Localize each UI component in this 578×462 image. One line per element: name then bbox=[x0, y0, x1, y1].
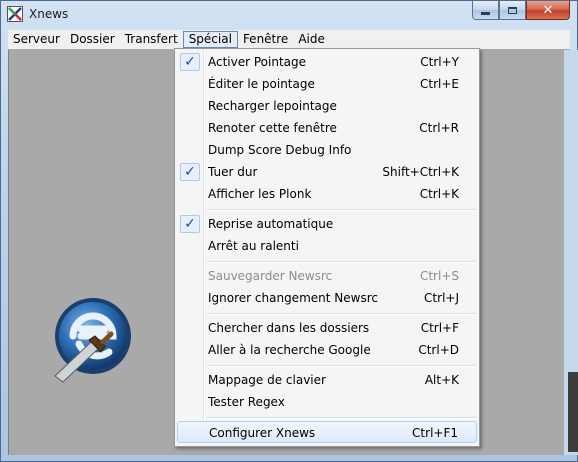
menu-aide[interactable]: Aide bbox=[293, 31, 330, 48]
minimize-button[interactable] bbox=[472, 1, 499, 20]
menu-item-shortcut: Ctrl+S bbox=[419, 269, 459, 283]
menu-item-label: Arrêt au ralenti bbox=[208, 239, 299, 253]
menu-item-label: Afficher les Plonk bbox=[208, 187, 312, 201]
menu-item-tester-regex[interactable]: Tester Regex bbox=[177, 391, 477, 413]
menu-item-label: Activer Pointage bbox=[208, 55, 307, 69]
menu-transfert[interactable]: Transfert bbox=[120, 31, 183, 48]
menu-item-label: Tester Regex bbox=[208, 395, 285, 409]
menu-item-label: Aller à la recherche Google bbox=[208, 343, 371, 357]
menu-item-mappage-clavier[interactable]: Mappage de clavier Alt+K bbox=[177, 369, 477, 391]
menu-item-afficher-plonk[interactable]: Afficher les Plonk Ctrl+K bbox=[177, 183, 477, 205]
menu-fenetre[interactable]: Fenêtre bbox=[238, 31, 293, 48]
menu-item-shortcut: Ctrl+D bbox=[418, 343, 459, 357]
menu-item-recherche-google[interactable]: Aller à la recherche Google Ctrl+D bbox=[177, 339, 477, 361]
xnews-app-icon[interactable] bbox=[7, 6, 23, 22]
close-button[interactable]: ✕ bbox=[526, 1, 570, 20]
menu-separator bbox=[206, 313, 477, 315]
menu-item-renoter-fenetre[interactable]: Renoter cette fenêtre Ctrl+R bbox=[177, 117, 477, 139]
menu-item-label: Renoter cette fenêtre bbox=[208, 121, 337, 135]
menu-item-label: Sauvegarder Newsrc bbox=[208, 269, 333, 283]
menu-item-shortcut: Ctrl+Y bbox=[420, 55, 459, 69]
menu-item-tuer-dur[interactable]: ✓ Tuer dur Shift+Ctrl+K bbox=[177, 161, 477, 183]
menu-item-label: Mappage de clavier bbox=[208, 373, 326, 387]
background-window-edge bbox=[568, 372, 578, 452]
maximize-icon bbox=[508, 6, 517, 14]
menu-item-editer-pointage[interactable]: Éditer le pointage Ctrl+E bbox=[177, 73, 477, 95]
menu-item-shortcut: Ctrl+K bbox=[419, 187, 459, 201]
menu-item-sauvegarder-newsrc: Sauvegarder Newsrc Ctrl+S bbox=[177, 265, 477, 287]
menu-bar: Serveur Dossier Transfert Spécial Fenêtr… bbox=[8, 30, 570, 50]
menu-item-label: Configurer Xnews bbox=[209, 426, 316, 440]
caption-buttons: ✕ bbox=[472, 1, 570, 21]
special-dropdown-menu: ✓ Activer Pointage Ctrl+Y Éditer le poin… bbox=[174, 48, 480, 447]
menu-item-shortcut: Ctrl+J bbox=[424, 291, 459, 305]
menu-serveur[interactable]: Serveur bbox=[8, 31, 65, 48]
menu-separator bbox=[206, 365, 477, 367]
menu-item-shortcut: Ctrl+E bbox=[420, 77, 459, 91]
menu-item-recharger-pointage[interactable]: Recharger lepointage bbox=[177, 95, 477, 117]
check-icon: ✓ bbox=[180, 53, 200, 71]
window-edge-strip bbox=[564, 50, 578, 455]
menu-item-label: Reprise automatique bbox=[208, 217, 334, 231]
minimize-icon bbox=[481, 11, 490, 15]
menu-item-label: Ignorer changement Newsrc bbox=[208, 291, 378, 305]
xnews-logo-icon bbox=[54, 298, 131, 383]
window-title: Xnews bbox=[29, 7, 69, 21]
menu-item-label: Recharger lepointage bbox=[208, 99, 337, 113]
menu-separator bbox=[206, 261, 477, 263]
menu-item-label: Tuer dur bbox=[208, 165, 258, 179]
menu-item-shortcut: Ctrl+F1 bbox=[412, 426, 458, 440]
menu-item-shortcut: Shift+Ctrl+K bbox=[382, 165, 459, 179]
menu-separator bbox=[206, 209, 477, 211]
menu-item-activer-pointage[interactable]: ✓ Activer Pointage Ctrl+Y bbox=[177, 51, 477, 73]
menu-item-label: Éditer le pointage bbox=[208, 77, 315, 91]
menu-item-shortcut: Ctrl+F bbox=[420, 321, 459, 335]
menu-item-label: Dump Score Debug Info bbox=[208, 143, 352, 157]
check-icon: ✓ bbox=[180, 163, 200, 181]
menu-separator bbox=[206, 417, 477, 419]
menu-dossier[interactable]: Dossier bbox=[65, 31, 120, 48]
menu-special[interactable]: Spécial bbox=[182, 31, 238, 48]
menu-item-label: Chercher dans les dossiers bbox=[208, 321, 370, 335]
menu-item-dump-score[interactable]: Dump Score Debug Info bbox=[177, 139, 477, 161]
check-icon: ✓ bbox=[180, 215, 200, 233]
maximize-button[interactable] bbox=[499, 1, 526, 20]
menu-item-arret-ralenti[interactable]: Arrêt au ralenti bbox=[177, 235, 477, 257]
menu-item-configurer-xnews[interactable]: Configurer Xnews Ctrl+F1 bbox=[177, 421, 477, 443]
close-icon: ✕ bbox=[542, 2, 554, 18]
menu-item-ignorer-newsrc[interactable]: Ignorer changement Newsrc Ctrl+J bbox=[177, 287, 477, 309]
menu-item-shortcut: Alt+K bbox=[424, 373, 459, 387]
menu-item-chercher-dossiers[interactable]: Chercher dans les dossiers Ctrl+F bbox=[177, 317, 477, 339]
menu-item-shortcut: Ctrl+R bbox=[419, 121, 459, 135]
title-bar[interactable]: Xnews ✕ bbox=[1, 1, 577, 29]
menu-item-reprise-auto[interactable]: ✓ Reprise automatique bbox=[177, 213, 477, 235]
